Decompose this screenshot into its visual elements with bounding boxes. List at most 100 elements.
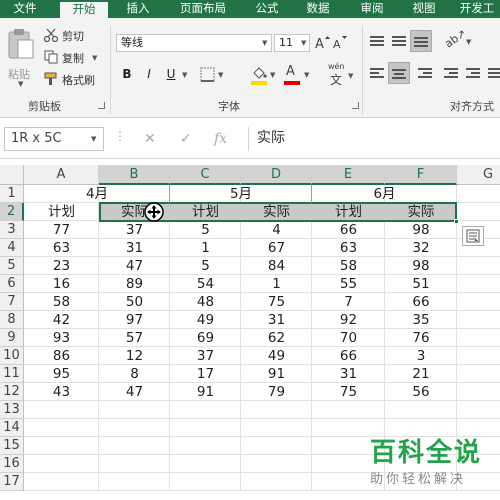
data-cell[interactable]: 84: [241, 257, 312, 275]
cancel-icon[interactable]: ✕: [144, 131, 156, 147]
wrap-text-icon[interactable]: [488, 68, 500, 79]
orientation-button[interactable]: ab↗ ▼: [442, 27, 474, 52]
data-cell[interactable]: 3: [385, 347, 457, 365]
tab-home[interactable]: 开始: [60, 0, 108, 18]
row-header-16[interactable]: 16: [0, 455, 24, 473]
column-header-e[interactable]: E: [312, 165, 385, 185]
data-cell[interactable]: 76: [385, 329, 457, 347]
data-cell[interactable]: 23: [24, 257, 99, 275]
cut-button[interactable]: 剪切: [44, 26, 100, 44]
increase-indent-icon[interactable]: [466, 68, 480, 79]
data-cell[interactable]: 47: [99, 383, 170, 401]
row-header-14[interactable]: 14: [0, 419, 24, 437]
row-header-13[interactable]: 13: [0, 401, 24, 419]
top-align-icon[interactable]: [370, 36, 384, 47]
data-cell[interactable]: 92: [312, 311, 385, 329]
chevron-down-icon[interactable]: ▼: [182, 71, 187, 79]
data-cell[interactable]: 95: [24, 365, 99, 383]
data-cell[interactable]: 1: [170, 239, 241, 257]
name-box[interactable]: 1R x 5C ▼: [4, 127, 104, 151]
row-header-17[interactable]: 17: [0, 473, 24, 491]
data-cell[interactable]: 58: [24, 293, 99, 311]
row-header-15[interactable]: 15: [0, 437, 24, 455]
row-header-9[interactable]: 9: [0, 329, 24, 347]
tab-insert[interactable]: 插入: [116, 0, 160, 18]
data-cell[interactable]: 8: [99, 365, 170, 383]
data-cell[interactable]: 16: [24, 275, 99, 293]
data-cell[interactable]: 5: [170, 257, 241, 275]
column-header-a[interactable]: A: [24, 165, 99, 185]
data-cell[interactable]: 51: [385, 275, 457, 293]
column-label-cell[interactable]: 实际: [385, 203, 457, 221]
row-header-10[interactable]: 10: [0, 347, 24, 365]
data-cell[interactable]: 89: [99, 275, 170, 293]
column-header-b[interactable]: B: [99, 165, 170, 185]
chevron-down-icon[interactable]: ▼: [91, 128, 96, 150]
data-cell[interactable]: 4: [241, 221, 312, 239]
data-cell[interactable]: 37: [170, 347, 241, 365]
data-cell[interactable]: 37: [99, 221, 170, 239]
data-cell[interactable]: 55: [312, 275, 385, 293]
bottom-align-button[interactable]: [410, 30, 432, 52]
decrease-indent-icon[interactable]: [444, 68, 458, 79]
dialog-launcher-icon[interactable]: [352, 102, 359, 109]
data-cell[interactable]: 75: [241, 293, 312, 311]
align-right-icon[interactable]: [418, 68, 432, 79]
align-left-icon[interactable]: [370, 68, 384, 79]
align-center-button[interactable]: [388, 62, 410, 84]
column-label-cell[interactable]: 计划: [24, 203, 99, 221]
italic-button[interactable]: I: [140, 65, 158, 83]
data-cell[interactable]: 35: [385, 311, 457, 329]
tab-view[interactable]: 视图: [402, 0, 446, 18]
data-cell[interactable]: 31: [312, 365, 385, 383]
data-cell[interactable]: 69: [170, 329, 241, 347]
data-cell[interactable]: 21: [385, 365, 457, 383]
data-cell[interactable]: 43: [24, 383, 99, 401]
formula-input[interactable]: 实际: [248, 127, 500, 151]
phonetic-guide-button[interactable]: wén 文 ▼: [326, 60, 356, 88]
data-cell[interactable]: 79: [241, 383, 312, 401]
column-header-d[interactable]: D: [241, 165, 312, 185]
data-cell[interactable]: 66: [312, 347, 385, 365]
data-cell[interactable]: 62: [241, 329, 312, 347]
data-cell[interactable]: 7: [312, 293, 385, 311]
insert-function-icon[interactable]: fx: [214, 131, 227, 147]
paste-button[interactable]: 粘贴 ▼: [4, 24, 38, 90]
data-cell[interactable]: 91: [241, 365, 312, 383]
row-header-7[interactable]: 7: [0, 293, 24, 311]
row-header-12[interactable]: 12: [0, 383, 24, 401]
column-label-cell[interactable]: 计划: [312, 203, 385, 221]
row-header-2[interactable]: 2: [0, 203, 24, 221]
data-cell[interactable]: 93: [24, 329, 99, 347]
fill-color-button[interactable]: ▼: [250, 64, 280, 86]
tab-page-layout[interactable]: 页面布局: [168, 0, 238, 18]
enter-icon[interactable]: ✓: [180, 131, 192, 147]
data-cell[interactable]: 66: [385, 293, 457, 311]
data-cell[interactable]: 98: [385, 221, 457, 239]
data-cell[interactable]: 12: [99, 347, 170, 365]
column-header-f[interactable]: F: [385, 165, 457, 185]
month-header-april[interactable]: 4月: [24, 185, 170, 203]
month-header-june[interactable]: 6月: [312, 185, 457, 203]
data-cell[interactable]: 63: [312, 239, 385, 257]
data-cell[interactable]: 58: [312, 257, 385, 275]
data-cell[interactable]: 56: [385, 383, 457, 401]
data-cell[interactable]: 97: [99, 311, 170, 329]
data-cell[interactable]: 31: [99, 239, 170, 257]
underline-button[interactable]: U: [162, 65, 180, 83]
tab-developer[interactable]: 开发工: [454, 0, 500, 18]
row-header-6[interactable]: 6: [0, 275, 24, 293]
row-header-1[interactable]: 1: [0, 185, 24, 203]
data-cell[interactable]: 57: [99, 329, 170, 347]
font-name-combobox[interactable]: 等线: [116, 34, 272, 52]
column-header-c[interactable]: C: [170, 165, 241, 185]
month-header-may[interactable]: 5月: [170, 185, 312, 203]
data-cell[interactable]: 47: [99, 257, 170, 275]
data-cell[interactable]: 91: [170, 383, 241, 401]
select-all-corner[interactable]: [0, 165, 24, 185]
data-cell[interactable]: 63: [24, 239, 99, 257]
data-cell[interactable]: 32: [385, 239, 457, 257]
dialog-launcher-icon[interactable]: [98, 102, 105, 109]
row-header-3[interactable]: 3: [0, 221, 24, 239]
data-cell[interactable]: 75: [312, 383, 385, 401]
